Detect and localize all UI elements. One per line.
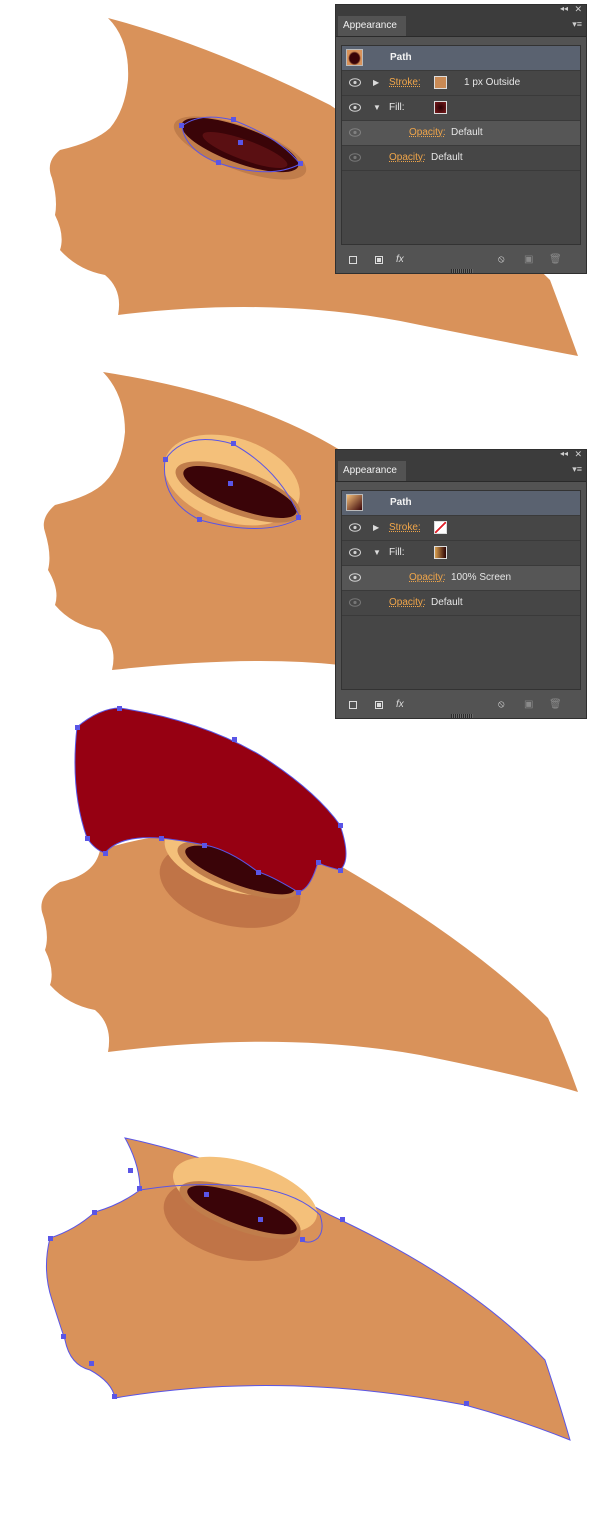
fill-layer-icon[interactable]: [375, 256, 383, 264]
expand-triangle-icon[interactable]: ▶: [373, 516, 379, 540]
beak-illustration-3: [41, 706, 578, 1092]
eye-icon[interactable]: [349, 103, 361, 112]
panel-menu-icon[interactable]: ▾≡: [572, 19, 582, 29]
duplicate-icon[interactable]: ▣: [524, 255, 533, 265]
appearance-list: Path ▶ Stroke: 1 px Outside ▼ Fill: Opac…: [341, 45, 581, 245]
beak-illustration-4: [46, 1137, 571, 1441]
fill-row[interactable]: ▼ Fill:: [342, 541, 580, 566]
appearance-panel-2[interactable]: ◂◂ ✕ Appearance ▾≡ Path ▶ Stroke: ▼ Fill…: [335, 449, 587, 719]
collapse-triangle-icon[interactable]: ▼: [373, 96, 381, 120]
path-thumbnail-icon: [346, 494, 363, 511]
close-icon[interactable]: ✕: [574, 449, 582, 459]
path-title: Path: [390, 497, 412, 508]
fill-label: Fill:: [389, 102, 405, 113]
panel-titlebar[interactable]: ◂◂ ✕: [336, 449, 586, 459]
stroke-label[interactable]: Stroke:: [389, 71, 421, 95]
stroke-value: 1 px Outside: [464, 77, 521, 88]
collapse-triangle-icon[interactable]: ▼: [373, 541, 381, 565]
opacity-row[interactable]: Opacity: Default: [342, 146, 580, 171]
eye-icon[interactable]: [349, 128, 361, 137]
eye-icon[interactable]: [349, 598, 361, 607]
delete-icon[interactable]: 🗑: [549, 255, 562, 265]
path-row[interactable]: Path: [342, 46, 580, 71]
fill-swatch[interactable]: [434, 546, 447, 559]
panel-titlebar[interactable]: ◂◂ ✕: [336, 4, 586, 14]
opacity-value: Default: [431, 597, 463, 608]
fill-opacity-label[interactable]: Opacity:: [409, 566, 446, 590]
opacity-value: Default: [431, 152, 463, 163]
collapse-icon[interactable]: ◂◂: [560, 449, 568, 459]
fill-opacity-value: Default: [451, 127, 483, 138]
expand-triangle-icon[interactable]: ▶: [373, 71, 379, 95]
fill-opacity-label[interactable]: Opacity:: [409, 121, 446, 145]
eye-icon[interactable]: [349, 523, 361, 532]
opacity-row[interactable]: Opacity: Default: [342, 591, 580, 616]
path-thumbnail-icon: [346, 49, 363, 66]
opacity-label[interactable]: Opacity:: [389, 146, 426, 170]
new-layer-icon[interactable]: [349, 256, 357, 264]
artwork-step-4: [0, 1120, 600, 1460]
eye-icon[interactable]: [349, 548, 361, 557]
opacity-label[interactable]: Opacity:: [389, 591, 426, 615]
collapse-icon[interactable]: ◂◂: [560, 4, 568, 14]
path-title: Path: [390, 52, 412, 63]
fill-label: Fill:: [389, 547, 405, 558]
appearance-list: Path ▶ Stroke: ▼ Fill: Opacity: 100% Scr…: [341, 490, 581, 690]
beak-shape: [43, 372, 340, 670]
beak-shape: [46, 1137, 571, 1441]
panel-footer: fx ⦸ ▣ 🗑: [336, 247, 586, 273]
artwork-step-3: [0, 700, 600, 1100]
path-row[interactable]: Path: [342, 491, 580, 516]
tab-appearance[interactable]: Appearance: [338, 461, 406, 481]
panel-tabbar: Appearance ▾≡: [336, 14, 586, 37]
fill-opacity-row[interactable]: Opacity: Default: [342, 121, 580, 146]
stroke-row[interactable]: ▶ Stroke: 1 px Outside: [342, 71, 580, 96]
fx-icon[interactable]: fx: [396, 255, 404, 265]
resize-grip[interactable]: [451, 269, 473, 273]
appearance-panel-1[interactable]: ◂◂ ✕ Appearance ▾≡ Path ▶ Stroke: 1 px O…: [335, 4, 587, 274]
close-icon[interactable]: ✕: [574, 4, 582, 14]
panel-tabbar: Appearance ▾≡: [336, 459, 586, 482]
fill-opacity-row[interactable]: Opacity: 100% Screen: [342, 566, 580, 591]
fill-swatch[interactable]: [434, 101, 447, 114]
eye-icon[interactable]: [349, 573, 361, 582]
stroke-none-swatch[interactable]: [434, 521, 447, 534]
tab-appearance[interactable]: Appearance: [338, 16, 406, 36]
eye-icon[interactable]: [349, 153, 361, 162]
stroke-row[interactable]: ▶ Stroke:: [342, 516, 580, 541]
panel-menu-icon[interactable]: ▾≡: [572, 464, 582, 474]
stroke-label[interactable]: Stroke:: [389, 516, 421, 540]
clear-icon[interactable]: ⦸: [498, 255, 505, 265]
fill-row[interactable]: ▼ Fill:: [342, 96, 580, 121]
stroke-swatch[interactable]: [434, 76, 447, 89]
eye-icon[interactable]: [349, 78, 361, 87]
fill-opacity-value: 100% Screen: [451, 572, 512, 583]
